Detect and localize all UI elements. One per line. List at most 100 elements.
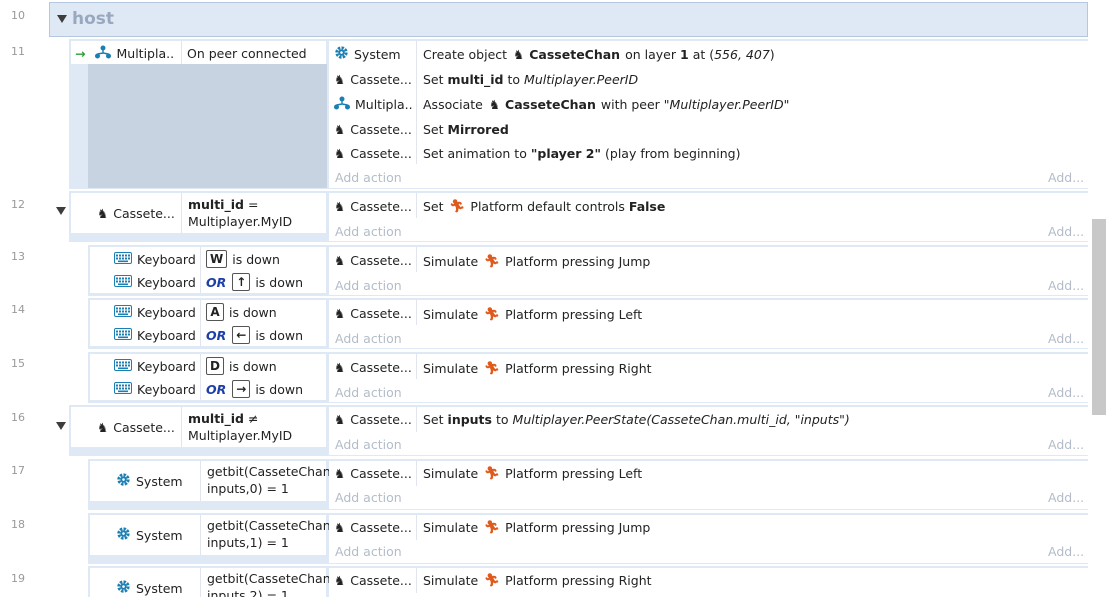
action-object: ♞ Cassete... bbox=[334, 121, 412, 137]
sprite-icon: ♞ bbox=[334, 198, 346, 214]
condition-object: Multipla... bbox=[116, 45, 175, 61]
action-row[interactable]: Associate ♞ CasseteChan with peer " Mult… bbox=[417, 92, 1087, 116]
add-more-link[interactable]: Add... bbox=[1048, 278, 1084, 293]
action-row[interactable]: Simulate 🏃︎ Platform pressing Left bbox=[417, 302, 1087, 326]
action-row[interactable]: Set animation to "player 2" (play from b… bbox=[417, 141, 1087, 165]
vertical-scrollbar-thumb[interactable] bbox=[1092, 219, 1106, 415]
condition-row[interactable]: Keyboard Wis down Keyboard OR ↑ is down bbox=[90, 247, 326, 293]
sprite-icon: ♞ bbox=[97, 419, 109, 435]
add-more-link[interactable]: Add... bbox=[1048, 437, 1084, 452]
add-action-link[interactable]: Add action bbox=[335, 278, 402, 293]
action-object: ♞ Cassete... bbox=[334, 252, 412, 268]
action-object: ♞ Cassete... bbox=[334, 198, 412, 214]
condition-row[interactable]: Keyboard Ais down Keyboard OR ← is down bbox=[90, 300, 326, 346]
condition-row[interactable]: Keyboard Dis down Keyboard OR → is down bbox=[90, 354, 326, 400]
condition-row[interactable]: System getbit(CasseteChan. inputs,0) = 1 bbox=[90, 461, 335, 501]
sprite-icon: ♞ bbox=[513, 46, 525, 62]
add-action-link[interactable]: Add action bbox=[335, 331, 402, 346]
sprite-icon: ♞ bbox=[334, 572, 346, 588]
sprite-icon: ♞ bbox=[488, 96, 501, 112]
condition-expression: getbit(CasseteChan. inputs,0) = 1 bbox=[207, 464, 335, 496]
action-object: ♞ Cassete... bbox=[334, 411, 412, 427]
action-row[interactable]: Simulate 🏃︎ Platform pressing Right bbox=[417, 568, 1087, 592]
sprite-icon: ♞ bbox=[334, 465, 346, 481]
or-label: OR bbox=[206, 381, 227, 397]
action-row[interactable]: Create object ♞ CasseteChan on layer 1 a… bbox=[417, 43, 1087, 65]
sprite-icon: ♞ bbox=[334, 121, 346, 137]
line-number: 16 bbox=[11, 411, 25, 424]
condition-row[interactable]: ♞ Cassete... multi_id = Multiplayer.MyID bbox=[71, 193, 326, 233]
action-row[interactable]: Set 🏃︎ Platform default controls False bbox=[417, 194, 1087, 218]
condition-expression: multi_id ≠ Multiplayer.MyID bbox=[188, 411, 293, 443]
add-action-link[interactable]: Add action bbox=[335, 170, 402, 185]
add-more-link[interactable]: Add... bbox=[1048, 544, 1084, 559]
action-row[interactable]: Set Mirrored bbox=[417, 117, 1087, 141]
platform-icon: 🏃︎ bbox=[484, 572, 501, 587]
add-action-link[interactable]: Add action bbox=[335, 490, 402, 505]
action-object: ♞ Cassete... bbox=[334, 305, 412, 321]
action-row[interactable]: Simulate 🏃︎ Platform pressing Jump bbox=[417, 515, 1087, 539]
add-more-link[interactable]: Add... bbox=[1048, 385, 1084, 400]
add-more-link[interactable]: Add... bbox=[1048, 331, 1084, 346]
add-action-link[interactable]: Add action bbox=[335, 385, 402, 400]
line-number: 14 bbox=[11, 303, 25, 316]
keyboard-icon bbox=[114, 327, 132, 343]
or-label: OR bbox=[206, 274, 227, 290]
line-number: 17 bbox=[11, 464, 25, 477]
action-object: ♞ Cassete... bbox=[334, 519, 412, 535]
platform-icon: 🏃︎ bbox=[484, 306, 501, 321]
platform-icon: 🏃︎ bbox=[449, 198, 466, 213]
trigger-arrow-icon: → bbox=[75, 45, 86, 61]
action-row[interactable]: Set multi_id to Multiplayer.PeerID bbox=[417, 67, 1087, 91]
platform-icon: 🏃︎ bbox=[484, 360, 501, 375]
key-cap: D bbox=[206, 357, 224, 375]
sprite-icon: ♞ bbox=[334, 71, 346, 87]
line-number: 15 bbox=[11, 357, 25, 370]
event-block-indent bbox=[88, 64, 327, 188]
action-object: ♞ Cassete... bbox=[334, 71, 412, 87]
action-row[interactable]: Simulate 🏃︎ Platform pressing Left bbox=[417, 461, 1087, 485]
keyboard-icon bbox=[114, 358, 132, 374]
add-more-link[interactable]: Add... bbox=[1048, 224, 1084, 239]
action-object: ♞ Cassete... bbox=[334, 145, 412, 161]
condition-row[interactable]: System getbit(CasseteChan. inputs,2) = 1 bbox=[90, 568, 335, 597]
collapse-triangle-icon[interactable] bbox=[56, 422, 66, 430]
add-action-link[interactable]: Add action bbox=[335, 224, 402, 239]
condition-row[interactable]: System getbit(CasseteChan. inputs,1) = 1 bbox=[90, 515, 335, 555]
line-number: 11 bbox=[11, 45, 25, 58]
multiplayer-icon bbox=[334, 96, 350, 113]
sprite-icon: ♞ bbox=[334, 519, 346, 535]
collapse-triangle-icon[interactable] bbox=[57, 15, 67, 23]
platform-icon: 🏃︎ bbox=[484, 465, 501, 480]
key-cap: → bbox=[232, 380, 251, 398]
line-number: 10 bbox=[11, 9, 25, 22]
keyboard-icon bbox=[114, 304, 132, 320]
key-cap: W bbox=[206, 250, 228, 268]
add-more-link[interactable]: Add... bbox=[1048, 170, 1084, 185]
multiplayer-icon bbox=[95, 45, 112, 62]
key-cap: ↑ bbox=[232, 273, 251, 291]
add-action-link[interactable]: Add action bbox=[335, 544, 402, 559]
add-more-link[interactable]: Add... bbox=[1048, 490, 1084, 505]
collapse-triangle-icon[interactable] bbox=[56, 207, 66, 215]
platform-icon: 🏃︎ bbox=[484, 253, 501, 268]
add-action-link[interactable]: Add action bbox=[335, 437, 402, 452]
action-row[interactable]: Set inputs to Multiplayer.PeerState(Cass… bbox=[417, 407, 1087, 431]
sprite-icon: ♞ bbox=[334, 145, 346, 161]
event-group-host[interactable]: host bbox=[49, 2, 1088, 37]
condition-row[interactable]: ♞ Cassete... multi_id ≠ Multiplayer.MyID bbox=[71, 407, 326, 447]
action-row[interactable]: Simulate 🏃︎ Platform pressing Right bbox=[417, 356, 1087, 380]
keyboard-icon bbox=[114, 274, 132, 290]
sprite-icon: ♞ bbox=[97, 205, 109, 221]
sprite-icon: ♞ bbox=[334, 305, 346, 321]
action-row[interactable]: Simulate 🏃︎ Platform pressing Jump bbox=[417, 249, 1087, 273]
keyboard-icon bbox=[114, 251, 132, 267]
platform-icon: 🏃︎ bbox=[484, 519, 501, 534]
action-object: ♞ Cassete... bbox=[334, 359, 412, 375]
action-object: ♞ Cassete... bbox=[334, 572, 412, 588]
or-label: OR bbox=[206, 327, 227, 343]
condition-row[interactable]: → Multipla... On peer connected bbox=[71, 41, 326, 64]
sprite-icon: ♞ bbox=[334, 359, 346, 375]
condition-expression: multi_id = Multiplayer.MyID bbox=[188, 197, 293, 229]
key-cap: ← bbox=[232, 326, 251, 344]
